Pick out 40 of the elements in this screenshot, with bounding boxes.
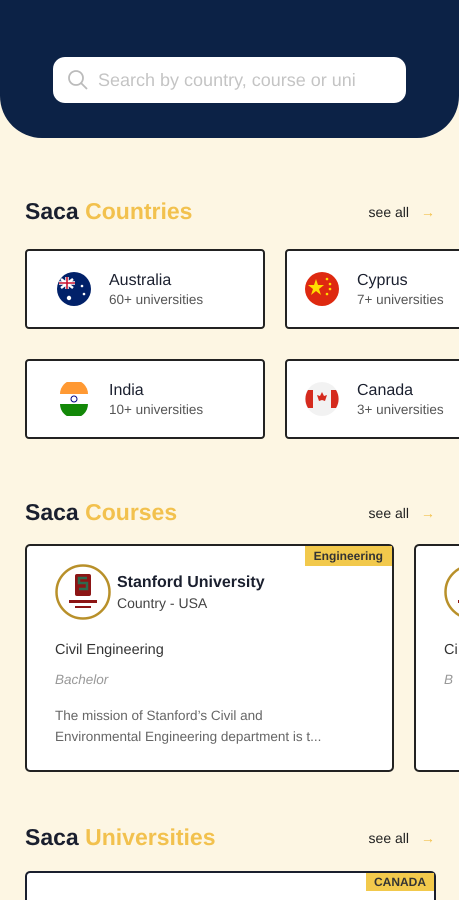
flag-icon bbox=[57, 272, 91, 306]
search-field[interactable]: Search by country, course or uni bbox=[53, 57, 406, 103]
course-card[interactable]: Ci B bbox=[414, 544, 459, 772]
arrow-icon: → bbox=[421, 504, 435, 520]
degree-level: B bbox=[444, 672, 454, 687]
country-label: Country - USA bbox=[117, 594, 208, 610]
course-name: Civil Engineering bbox=[55, 642, 165, 658]
university-count: 7+ universities bbox=[357, 292, 444, 306]
university-count: 3+ universities bbox=[357, 402, 444, 416]
country-card[interactable]: India 10+ universities bbox=[25, 359, 265, 439]
country-name: Canada bbox=[357, 382, 414, 400]
university-name: Stanford University bbox=[117, 574, 265, 592]
category-badge: Engineering bbox=[304, 546, 392, 566]
country-badge: CANADA bbox=[366, 873, 434, 891]
country-card[interactable]: Canada 3+ universities bbox=[285, 359, 459, 439]
search-icon bbox=[67, 69, 89, 91]
flag-icon bbox=[57, 382, 91, 416]
section-title: Saca Universities bbox=[25, 824, 216, 851]
university-logo bbox=[55, 564, 111, 620]
arrow-icon: → bbox=[421, 204, 435, 220]
university-count: 10+ universities bbox=[109, 402, 204, 416]
country-name: Australia bbox=[109, 272, 172, 290]
see-all-link[interactable]: see all → bbox=[368, 204, 435, 220]
course-name: Ci bbox=[444, 642, 459, 658]
flag-icon bbox=[305, 272, 339, 306]
section-title: Saca Countries bbox=[25, 198, 192, 225]
flag-icon bbox=[305, 382, 339, 416]
university-card[interactable]: CANADA bbox=[25, 871, 436, 900]
country-card[interactable]: Australia 60+ universities bbox=[25, 249, 265, 329]
country-name: India bbox=[109, 382, 145, 400]
arrow-icon: → bbox=[421, 830, 435, 846]
section-title: Saca Courses bbox=[25, 499, 178, 526]
degree-level: Bachelor bbox=[55, 672, 110, 687]
course-card[interactable]: Engineering Stanford University Country - USA Civil Engineering Bachelor The mission of Stanford’s Civil and Environmental Engineering department is t... bbox=[25, 544, 394, 772]
university-count: 60+ universities bbox=[109, 292, 204, 306]
country-card[interactable]: Cyprus 7+ universities bbox=[285, 249, 459, 329]
course-description: The mission of Stanford’s Civil and Environmental Engineering department is t... bbox=[55, 707, 322, 746]
see-all-link[interactable]: see all → bbox=[368, 504, 435, 520]
see-all-link[interactable]: see all → bbox=[368, 830, 435, 846]
country-name: Cyprus bbox=[357, 272, 409, 290]
